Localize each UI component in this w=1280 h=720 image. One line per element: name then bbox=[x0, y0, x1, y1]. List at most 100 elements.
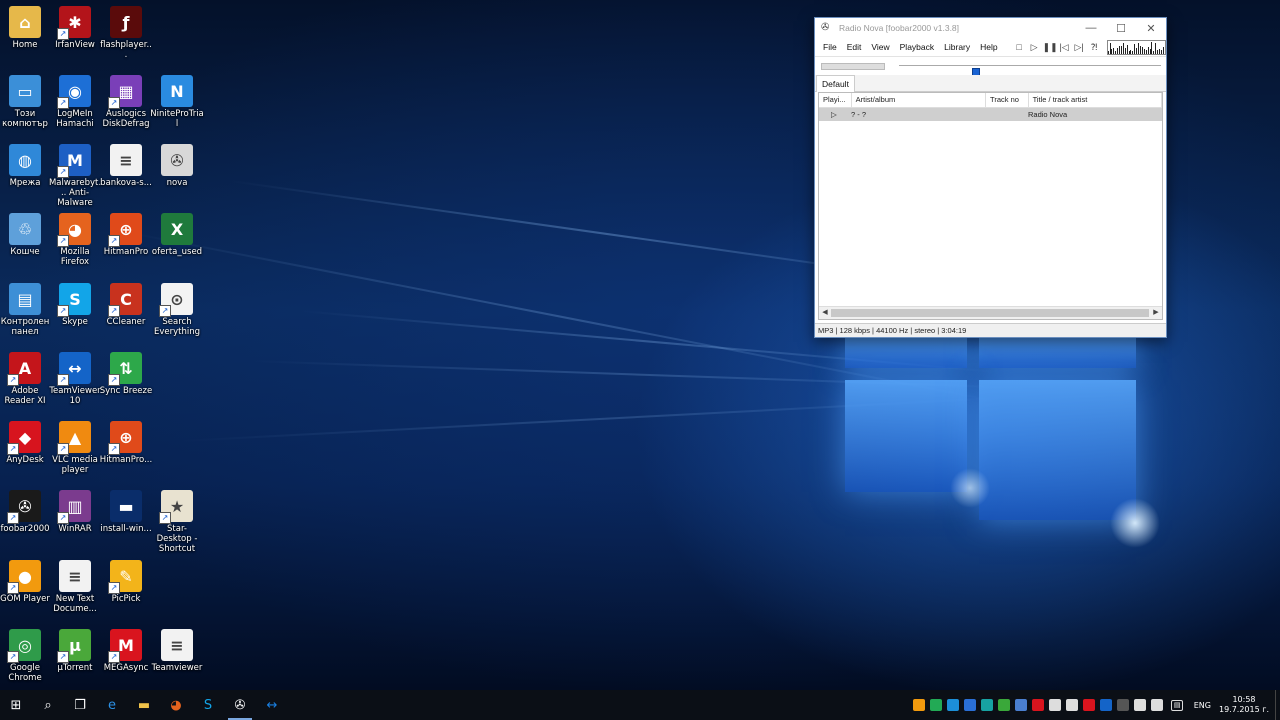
desktop-icon-computer[interactable]: ▭ Този компютър bbox=[0, 75, 52, 129]
mega-tray-icon[interactable] bbox=[1082, 699, 1095, 711]
foobar2000-taskbar-button[interactable]: ✇ bbox=[224, 690, 256, 720]
desktop-icon-utorrent[interactable]: µ ↗ µTorrent bbox=[48, 629, 102, 673]
desktop-icon-excel-file[interactable]: Xoferta_used bbox=[150, 213, 204, 257]
desktop-icon-text-file[interactable]: ≡ Teamviewer bbox=[150, 629, 204, 673]
volume-slider[interactable] bbox=[821, 63, 885, 70]
desktop-icon-hitmanpro[interactable]: ⊕ ↗ HitmanPro bbox=[99, 213, 153, 257]
skype-taskbar-button[interactable]: S bbox=[192, 690, 224, 720]
show-desktop-button[interactable] bbox=[1275, 690, 1280, 720]
scrollbar-thumb[interactable] bbox=[831, 309, 1149, 317]
onedrive-icon[interactable] bbox=[1048, 699, 1061, 711]
desktop-icon-ccleaner[interactable]: C ↗ CCleaner bbox=[99, 283, 153, 327]
desktop-icon-install-windows[interactable]: ▬ install-win... bbox=[99, 490, 153, 534]
next-icon[interactable]: ▷| bbox=[1073, 42, 1086, 53]
previous-icon[interactable]: |◁ bbox=[1058, 42, 1071, 53]
column-header-track-no[interactable]: Track no bbox=[986, 93, 1029, 107]
desktop-icon-folder-user[interactable]: ⌂ Home bbox=[0, 6, 52, 50]
desktop-icon-flash-player[interactable]: ƒ flashplayer... bbox=[99, 6, 153, 60]
tray-s-icon[interactable] bbox=[946, 699, 959, 711]
gom-tray-icon[interactable] bbox=[912, 699, 925, 711]
tray-teal-icon[interactable] bbox=[980, 699, 993, 711]
desktop-icon-disk-defrag[interactable]: ▦ ↗ Auslogics DiskDefrag bbox=[99, 75, 153, 129]
tray-green-icon[interactable] bbox=[997, 699, 1010, 711]
desktop-icon-teamviewer[interactable]: ↔ ↗ TeamViewer 10 bbox=[48, 352, 102, 406]
tray-network-status-icon[interactable] bbox=[1133, 699, 1146, 711]
menu-view[interactable]: View bbox=[871, 42, 889, 52]
shortcut-arrow-icon: ↗ bbox=[108, 443, 120, 455]
utorrent-icon: µ ↗ bbox=[57, 629, 91, 663]
ccleaner-icon: C ↗ bbox=[108, 283, 142, 317]
teamviewer-taskbar-button[interactable]: ↔ bbox=[256, 690, 288, 720]
desktop-icon-anydesk[interactable]: ◆ ↗ AnyDesk bbox=[0, 421, 52, 465]
edge-taskbar-button[interactable]: e bbox=[96, 690, 128, 720]
network-icon-glyph: ◍ bbox=[18, 150, 32, 170]
desktop-icon-malwarebytes[interactable]: M ↗ Malwarebyt... Anti-Malware bbox=[48, 144, 102, 208]
tray-shield-icon[interactable] bbox=[1014, 699, 1027, 711]
pause-icon[interactable]: ❚❚ bbox=[1043, 42, 1058, 53]
desktop-icon-winrar[interactable]: ▥ ↗ WinRAR bbox=[48, 490, 102, 534]
search-taskbar-button[interactable]: ⌕ bbox=[32, 690, 64, 720]
tray-b-icon[interactable] bbox=[929, 699, 942, 711]
tray-red-icon[interactable] bbox=[1031, 699, 1044, 711]
desktop-icon-picpick[interactable]: ✎ ↗ PicPick bbox=[99, 560, 153, 604]
file-explorer-taskbar-button[interactable]: ▬ bbox=[128, 690, 160, 720]
menu-edit[interactable]: Edit bbox=[847, 42, 862, 52]
desktop-icon-adobe-reader[interactable]: A ↗ Adobe Reader XI bbox=[0, 352, 52, 406]
desktop-icon-network[interactable]: ◍ Мрежа bbox=[0, 144, 52, 188]
shortcut-arrow-icon: ↗ bbox=[108, 235, 120, 247]
desktop-icon-ninite[interactable]: N NiniteProTrial bbox=[150, 75, 204, 129]
show-hidden-icon[interactable] bbox=[1116, 699, 1129, 711]
desktop-icon-foobar2000[interactable]: ✇ ↗ foobar2000 bbox=[0, 490, 52, 534]
desktop-icon-search-everything[interactable]: ⊙ ↗ Search Everything bbox=[150, 283, 204, 337]
desktop-icon-gom-player[interactable]: ● ↗ GOM Player bbox=[0, 560, 52, 604]
language-indicator[interactable]: ENG bbox=[1194, 701, 1211, 710]
desktop-icon-text-file[interactable]: ≡ New Text Docume... bbox=[48, 560, 102, 614]
desktop-icon-text-file[interactable]: ≡ bankova-s... bbox=[99, 144, 153, 188]
desktop-icon-chrome[interactable]: ◎ ↗ Google Chrome bbox=[0, 629, 52, 683]
column-header-playing[interactable]: Playi... bbox=[819, 93, 852, 107]
desktop-icon-sync-breeze[interactable]: ⇅ ↗ Sync Breeze bbox=[99, 352, 153, 396]
scroll-right-icon[interactable]: ▶ bbox=[1151, 307, 1161, 319]
play-icon[interactable]: ▷ bbox=[1028, 42, 1041, 53]
folder-user-icon: ⌂ bbox=[9, 6, 41, 38]
desktop-icon-vlc[interactable]: ▲ ↗ VLC media player bbox=[48, 421, 102, 475]
maximize-icon[interactable]: ☐ bbox=[1106, 22, 1136, 35]
desktop-icon-hitmanpro[interactable]: ⊕ ↗ HitmanPro... bbox=[99, 421, 153, 465]
menu-library[interactable]: Library bbox=[944, 42, 970, 52]
firefox-taskbar-button[interactable]: ◕ bbox=[160, 690, 192, 720]
desktop-icon-irfanview[interactable]: ✱ ↗ IrfanView bbox=[48, 6, 102, 50]
desktop-icon-label: Мрежа bbox=[9, 178, 41, 188]
close-icon[interactable]: ✕ bbox=[1136, 22, 1166, 35]
action-center-icon[interactable]: ▤ bbox=[1171, 699, 1184, 711]
clock[interactable]: 10:58 19.7.2015 г. bbox=[1219, 695, 1269, 715]
playlist-row[interactable]: ▷ ? - ? Radio Nova bbox=[819, 108, 1162, 121]
tab-default[interactable]: Default bbox=[816, 75, 855, 92]
windows-start-taskbar-button[interactable]: ⊞ bbox=[0, 690, 32, 720]
volume-icon[interactable] bbox=[1150, 699, 1163, 711]
desktop-icon-hamachi[interactable]: ◉ ↗ LogMeIn Hamachi bbox=[48, 75, 102, 129]
column-header-artist-album[interactable]: Artist/album bbox=[852, 93, 987, 107]
desktop-icon-recycle-bin[interactable]: ♲ Кошче bbox=[0, 213, 52, 257]
title-bar[interactable]: ✇ Radio Nova [foobar2000 v1.3.8] — ☐ ✕ bbox=[815, 18, 1166, 38]
teamviewer-tray-icon[interactable] bbox=[1099, 699, 1112, 711]
desktop-icon-control-panel[interactable]: ▤ Контролен панел bbox=[0, 283, 52, 337]
desktop-icon-star-desktop[interactable]: ★ ↗ Star-Desktop - Shortcut bbox=[150, 490, 204, 554]
task-view-taskbar-button[interactable]: ❐ bbox=[64, 690, 96, 720]
menu-playback[interactable]: Playback bbox=[900, 42, 935, 52]
desktop-icon-foobar-file[interactable]: ✇ nova bbox=[150, 144, 204, 188]
menu-file[interactable]: File bbox=[823, 42, 837, 52]
network-tray-icon[interactable] bbox=[1065, 699, 1078, 711]
scroll-left-icon[interactable]: ◀ bbox=[820, 307, 830, 319]
desktop-icon-skype[interactable]: S ↗ Skype bbox=[48, 283, 102, 327]
stop-icon[interactable]: □ bbox=[1013, 42, 1026, 52]
horizontal-scrollbar[interactable]: ◀ ▶ bbox=[819, 306, 1162, 319]
menu-help[interactable]: Help bbox=[980, 42, 997, 52]
desktop-icon-firefox[interactable]: ◕ ↗ Mozilla Firefox bbox=[48, 213, 102, 267]
column-header-title[interactable]: Title / track artist bbox=[1029, 93, 1162, 107]
minimize-icon[interactable]: — bbox=[1076, 22, 1106, 35]
seek-bar[interactable] bbox=[899, 65, 1161, 81]
tray-blue-icon[interactable] bbox=[963, 699, 976, 711]
desktop-icon-megasync[interactable]: M ↗ MEGAsync bbox=[99, 629, 153, 673]
taskbar: ⊞ ⌕ ❐ e ▬ ◕ S ✇ ↔ ▤ ENG 10:58 19.7.2015 г. bbox=[0, 690, 1280, 720]
random-icon[interactable]: ⁈ bbox=[1088, 42, 1101, 53]
